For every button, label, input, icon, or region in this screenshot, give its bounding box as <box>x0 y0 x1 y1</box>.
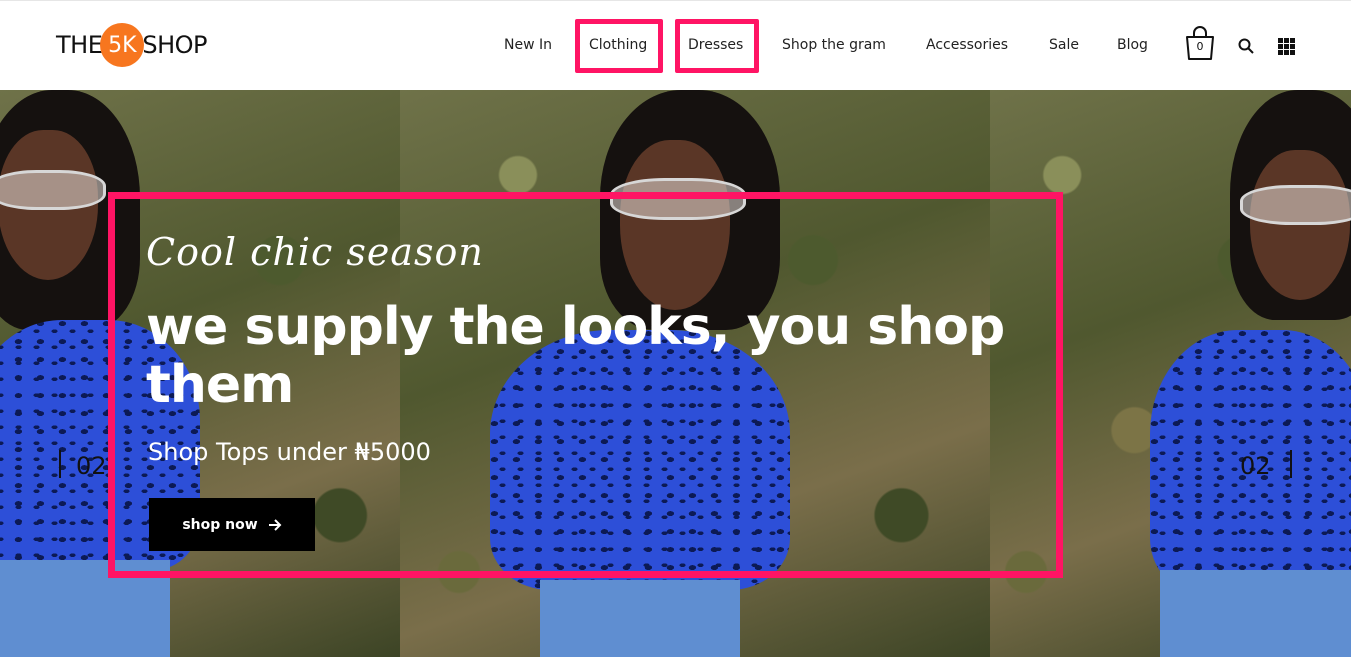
highlight-box-dresses <box>675 19 759 73</box>
shop-now-button[interactable]: shop now <box>149 498 315 551</box>
hero-script-title: Cool chic season <box>146 230 484 274</box>
model-figure <box>1150 90 1351 657</box>
next-slide-number[interactable]: 02 <box>1240 452 1271 480</box>
site-header: THE 5K SHOP New In Clothing Dresses Shop… <box>0 0 1351 91</box>
prev-slide-number[interactable]: 02 <box>76 452 107 480</box>
nav-blog[interactable]: Blog <box>1117 37 1148 57</box>
slide-indicator-bar-left <box>59 450 61 478</box>
arrow-right-icon <box>268 518 282 531</box>
nav-new-in[interactable]: New In <box>504 37 552 57</box>
cart-count: 0 <box>1196 40 1204 53</box>
grid-menu-icon[interactable] <box>1278 38 1295 55</box>
logo-text-right: SHOP <box>142 31 208 59</box>
nav-shop-the-gram[interactable]: Shop the gram <box>782 37 886 57</box>
hero-headline: we supply the looks, you shop them <box>146 297 1005 415</box>
nav-accessories[interactable]: Accessories <box>926 37 1008 57</box>
site-logo[interactable]: THE 5K SHOP <box>56 23 208 67</box>
hero-slider: 02 02 Cool chic season we supply the loo… <box>0 90 1351 657</box>
shop-now-label: shop now <box>182 516 258 533</box>
search-icon[interactable] <box>1238 38 1254 54</box>
logo-badge: 5K <box>100 23 145 67</box>
hero-subline: Shop Tops under ₦5000 <box>148 438 431 466</box>
highlight-box-clothing <box>575 19 663 73</box>
logo-text-left: THE <box>56 31 103 59</box>
nav-sale[interactable]: Sale <box>1049 37 1079 57</box>
slide-indicator-bar-right <box>1290 450 1292 478</box>
